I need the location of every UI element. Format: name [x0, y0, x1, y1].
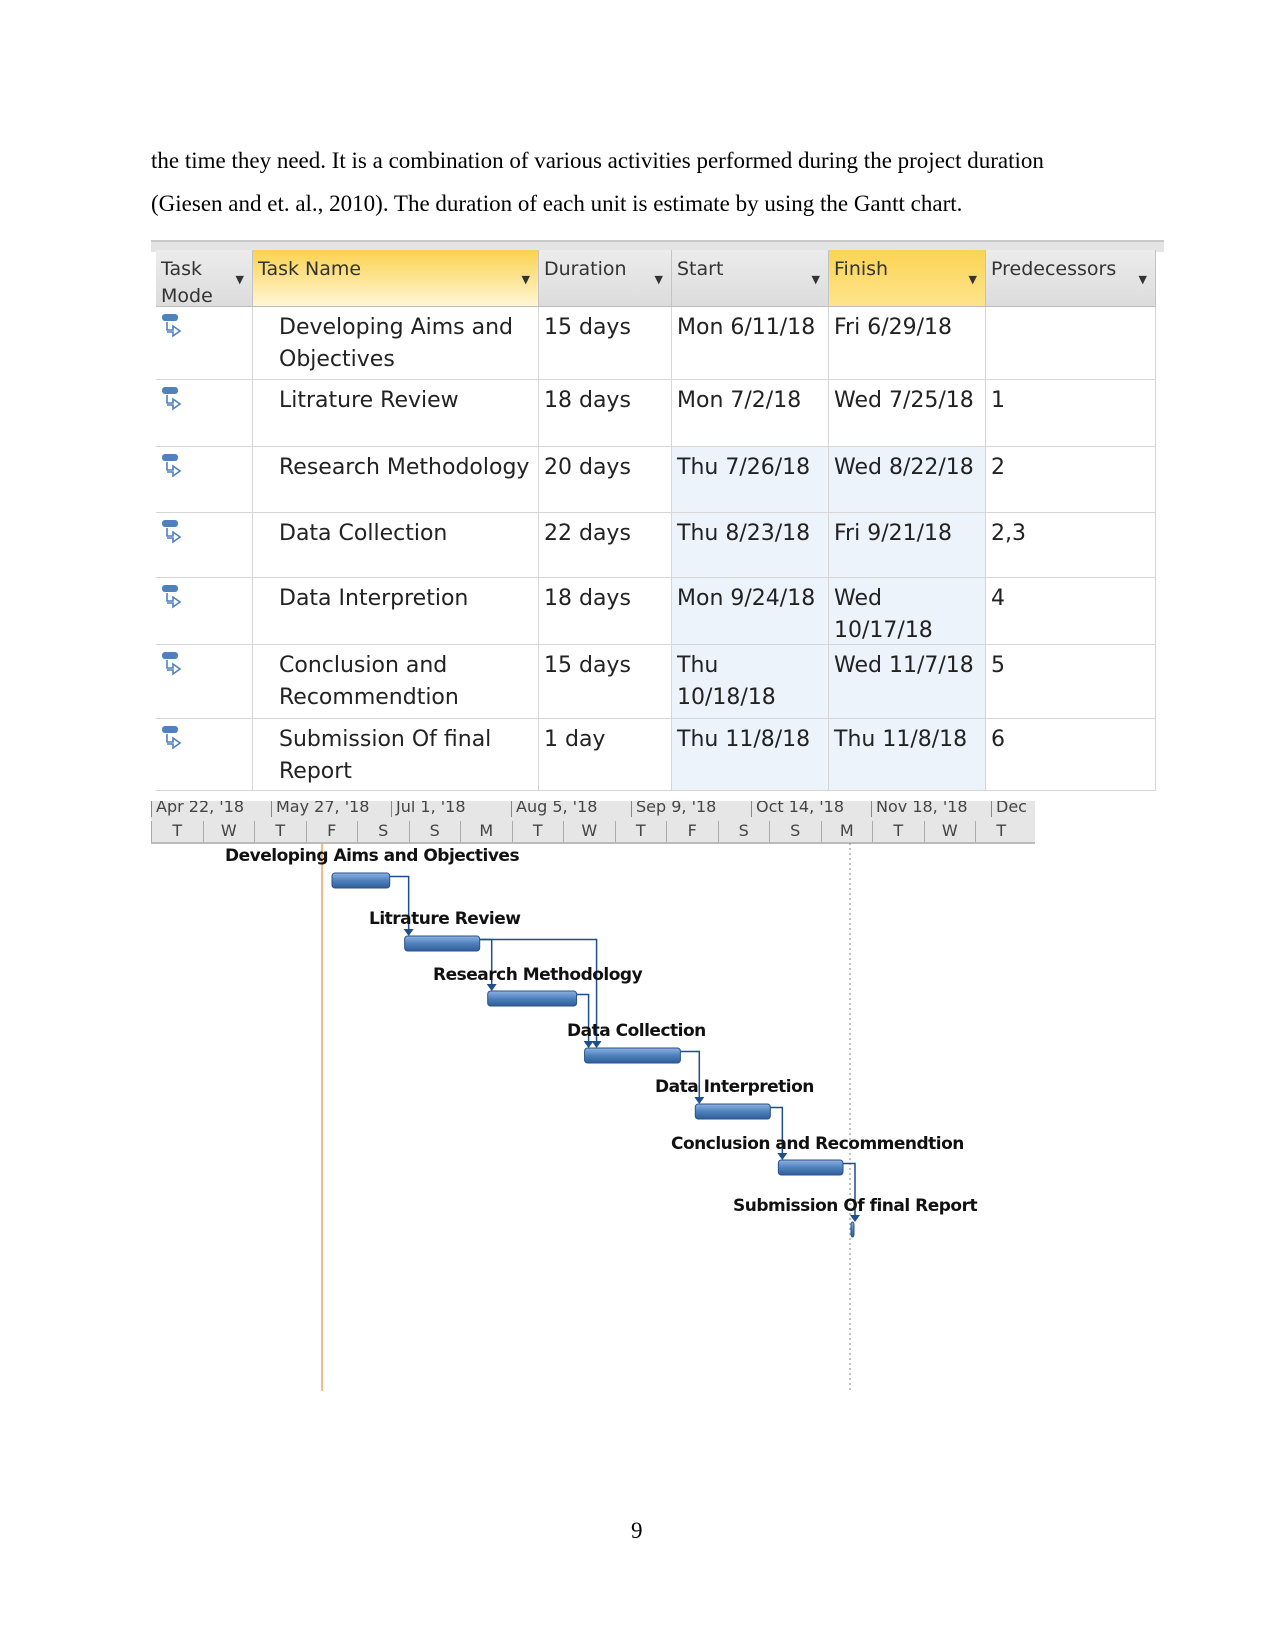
task-bar-label: Conclusion and Recommendtion: [671, 1134, 964, 1154]
task-bar-label: Research Methodology: [433, 965, 643, 985]
gantt-chart: [321, 843, 860, 1391]
dependency-arrow-icon: [486, 984, 497, 991]
task-bar: [694, 1103, 771, 1120]
task-bar: [584, 1047, 681, 1064]
task-bar: [850, 1221, 855, 1238]
task-bar-label: Data Interpretion: [655, 1077, 814, 1097]
dependency-arrow-icon: [694, 1097, 705, 1104]
dependency-arrow-icon: [777, 1153, 788, 1160]
dependency-arrow-icon: [850, 1215, 860, 1222]
dependency-arrow-icon: [583, 1041, 594, 1048]
task-bar-label: Submission Of final Report: [733, 1196, 978, 1216]
task-bar-label: Litrature Review: [369, 909, 521, 929]
task-bar: [487, 990, 578, 1007]
task-bar: [331, 872, 391, 889]
task-bar-label: Developing Aims and Objectives: [225, 846, 520, 866]
task-bar: [777, 1159, 844, 1176]
task-bar-label: Data Collection: [567, 1021, 706, 1041]
dependency-arrow-icon: [403, 929, 414, 936]
task-bar: [404, 935, 481, 952]
document-page: the time they need. It is a combination …: [0, 0, 1275, 1650]
dependency-arrow-icon: [591, 1041, 602, 1048]
page-number: 9: [631, 1518, 643, 1543]
